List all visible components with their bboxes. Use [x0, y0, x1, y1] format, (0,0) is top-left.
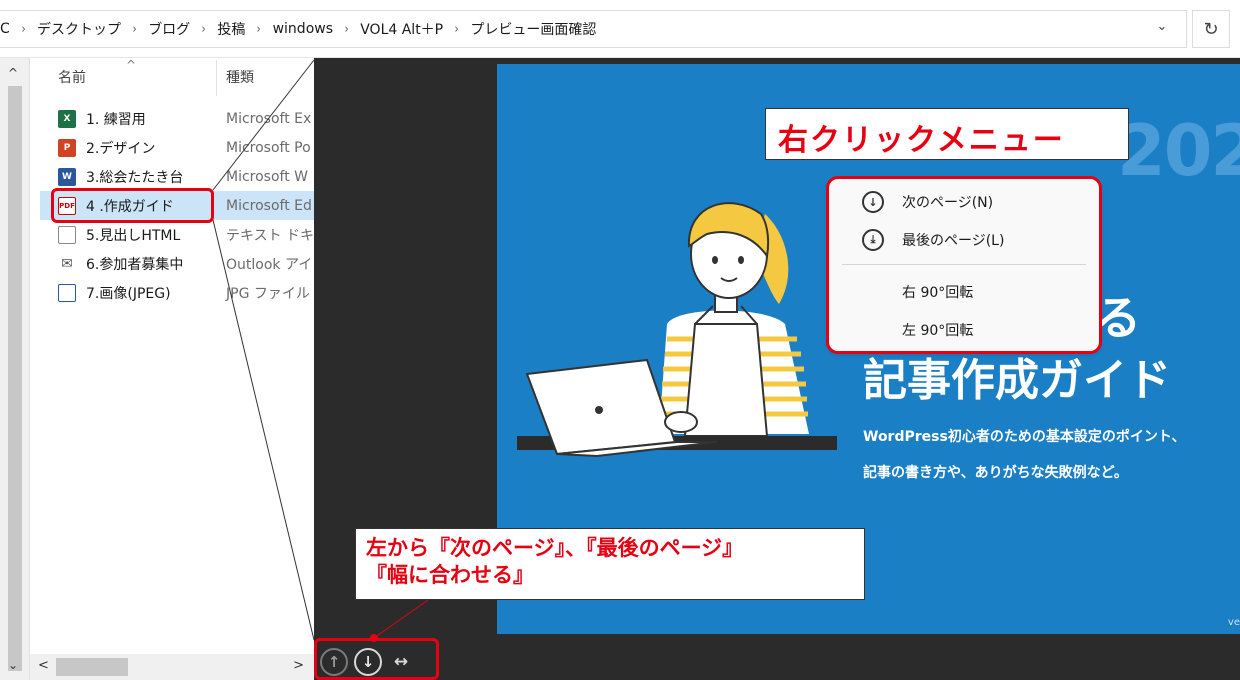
breadcrumb-label: windows — [272, 21, 334, 37]
column-header-type[interactable]: 種類 — [226, 58, 254, 96]
file-row[interactable]: P 2.デザイン Microsoft Po — [40, 133, 314, 162]
image-icon — [58, 284, 76, 302]
file-name: 2.デザイン — [86, 140, 156, 157]
breadcrumb-separator-icon[interactable]: › — [133, 22, 137, 37]
highlight-context-menu — [826, 176, 1102, 354]
page-subtitle-line1: WordPress初心者のための基本設定のポイント、 — [863, 429, 1186, 445]
page-footer-text: ve — [1227, 617, 1240, 628]
breadcrumb-separator-icon[interactable]: › — [21, 22, 25, 37]
column-header-name[interactable]: 名前 — [58, 58, 86, 96]
breadcrumb-label: ブログ — [148, 22, 191, 38]
breadcrumb-item[interactable]: 投稿 › — [217, 19, 272, 39]
address-field[interactable]: C › デスクトップ › ブログ › 投稿 › windows › VOL4 Alt＋P ›… — [0, 10, 1187, 48]
file-row[interactable]: 7.画像(JPEG) JPG ファイル — [40, 278, 314, 307]
excel-icon: X — [58, 110, 76, 128]
address-bar: C › デスクトップ › ブログ › 投稿 › windows › VOL4 Alt＋P ›… — [0, 0, 1240, 58]
breadcrumb-separator-icon[interactable]: › — [202, 22, 206, 37]
scrollbar-thumb[interactable] — [8, 86, 22, 671]
file-name: 5.見出しHTML — [86, 227, 181, 244]
breadcrumb-label: 投稿 — [217, 22, 246, 38]
highlight-selected-file — [51, 188, 214, 223]
mail-icon: ✉ — [58, 255, 76, 273]
woman-with-laptop-illustration — [517, 202, 837, 458]
scroll-down-icon[interactable]: ⌄ — [8, 658, 18, 672]
callout-toolbar-line1: 左から『次のページ』、『最後のページ』 — [366, 536, 744, 560]
file-name: 7.画像(JPEG) — [86, 285, 171, 302]
scrollbar-thumb[interactable] — [56, 658, 128, 676]
breadcrumb-item[interactable]: デスクトップ › — [37, 19, 148, 39]
column-divider[interactable] — [216, 60, 217, 96]
breadcrumb-separator-icon[interactable]: › — [345, 22, 349, 37]
breadcrumb-separator-icon[interactable]: › — [257, 22, 261, 37]
file-type: Microsoft Ex — [226, 110, 312, 127]
breadcrumb-separator-icon[interactable]: › — [455, 22, 459, 37]
highlight-preview-toolbar — [314, 638, 439, 680]
breadcrumb-label: デスクトップ — [36, 22, 121, 38]
page-subtitle-line2: 記事の書き方や、ありがちな失敗例など。 — [863, 465, 1128, 481]
callout-context-menu: 右クリックメニュー — [765, 108, 1129, 160]
file-type: Microsoft Po — [226, 139, 311, 156]
file-row[interactable]: X 1. 練習用 Microsoft Ex — [40, 104, 314, 133]
file-type: Microsoft Ed — [226, 197, 312, 214]
refresh-icon: ↻ — [1203, 18, 1219, 40]
scroll-right-icon[interactable]: > — [293, 658, 304, 673]
file-type: JPG ファイル — [226, 285, 310, 302]
file-name: 1. 練習用 — [86, 111, 146, 128]
breadcrumb-item[interactable]: ブログ › — [148, 19, 217, 39]
refresh-button[interactable]: ↻ — [1192, 10, 1230, 48]
callout-toolbar: 左から『次のページ』、『最後のページ』 『幅に合わせる』 — [355, 528, 865, 600]
text-file-icon — [58, 226, 76, 244]
file-type: テキスト ドキュ — [226, 227, 314, 244]
scroll-up-icon[interactable]: ^ — [8, 66, 18, 80]
callout-toolbar-line2: 『幅に合わせる』 — [366, 563, 534, 587]
breadcrumb-item[interactable]: C › — [0, 21, 37, 37]
breadcrumb-item[interactable]: プレビュー画面確認 — [470, 19, 596, 39]
navigation-pane-scrollbar[interactable]: ^ ⌄ — [0, 58, 30, 680]
breadcrumb-label: VOL4 Alt＋P — [360, 22, 444, 38]
horizontal-scrollbar[interactable]: < > — [30, 654, 314, 680]
breadcrumb-item[interactable]: windows › — [273, 21, 361, 37]
breadcrumb-label: C — [0, 21, 10, 37]
file-name: 6.参加者募集中 — [86, 256, 184, 273]
file-type: Outlook アイ — [226, 256, 313, 273]
breadcrumb-label: プレビュー画面確認 — [470, 22, 597, 38]
word-icon: W — [58, 168, 76, 186]
file-type: Microsoft W — [226, 168, 309, 185]
file-name: 3.総会たたき台 — [86, 169, 184, 186]
file-row[interactable]: 5.見出しHTML テキスト ドキュ — [40, 220, 314, 249]
sort-ascending-icon: ^ — [126, 58, 137, 72]
file-row[interactable]: W 3.総会たたき台 Microsoft W — [40, 162, 314, 191]
breadcrumb-item[interactable]: VOL4 Alt＋P › — [360, 19, 470, 39]
powerpoint-icon: P — [58, 139, 76, 157]
scroll-left-icon[interactable]: < — [38, 658, 49, 673]
file-row[interactable]: ✉ 6.参加者募集中 Outlook アイ — [40, 249, 314, 278]
file-list: ^ 名前 種類 X 1. 練習用 Microsoft Ex P 2.デザイン M… — [40, 58, 314, 654]
chevron-down-icon[interactable]: ⌄ — [1150, 19, 1174, 41]
page-year-text: 202 — [1117, 110, 1240, 192]
